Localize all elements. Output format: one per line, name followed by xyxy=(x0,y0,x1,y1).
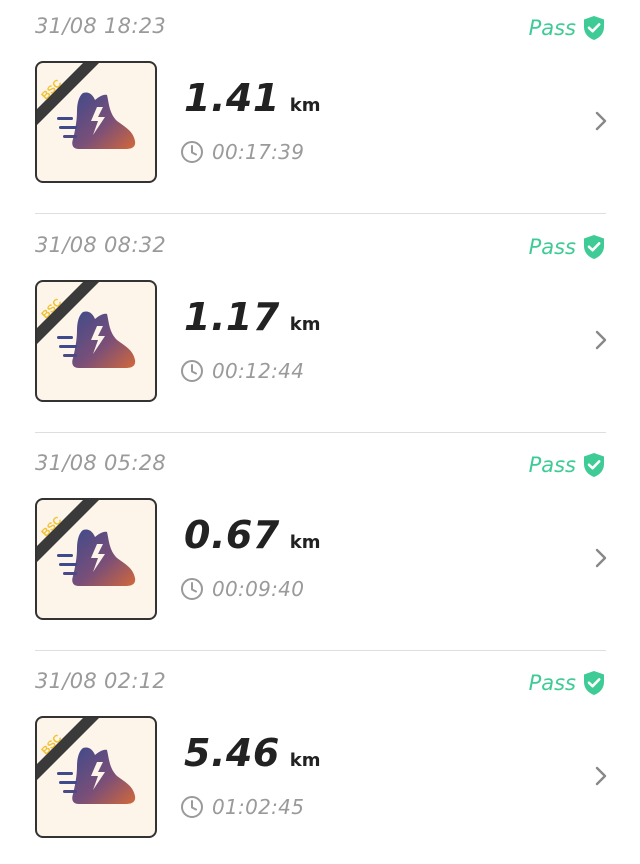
status-label: Pass xyxy=(528,235,576,259)
distance: 1.17 km xyxy=(184,295,321,339)
distance-unit: km xyxy=(289,314,321,335)
distance-value: 1.17 xyxy=(184,295,280,339)
distance-value: 5.46 xyxy=(184,731,280,775)
activity-thumbnail: BSC xyxy=(35,498,157,620)
record-datetime: 31/08 18:23 xyxy=(35,14,167,38)
duration: 01:02:45 xyxy=(180,795,304,819)
record-datetime: 31/08 05:28 xyxy=(35,451,167,475)
status-badge: Pass xyxy=(529,670,606,696)
activity-record[interactable]: 31/08 05:28 Pass BSC 0.67 km 00:09:40 xyxy=(0,437,640,655)
distance-unit: km xyxy=(289,95,321,116)
distance: 1.41 km xyxy=(184,76,321,120)
distance-value: 1.41 xyxy=(184,76,280,120)
clock-icon xyxy=(181,360,203,382)
shield-check-icon xyxy=(584,16,604,40)
activity-thumbnail: BSC xyxy=(35,716,157,838)
chevron-right-icon[interactable] xyxy=(594,765,608,787)
status-badge: Pass xyxy=(529,15,606,41)
distance: 0.67 km xyxy=(184,513,321,557)
status-badge: Pass xyxy=(529,234,606,260)
shield-check-icon xyxy=(584,453,604,477)
chevron-right-icon[interactable] xyxy=(594,110,608,132)
divider xyxy=(35,650,606,651)
shield-check-icon xyxy=(584,671,604,695)
duration: 00:12:44 xyxy=(180,359,304,383)
activity-record[interactable]: 31/08 08:32 Pass BSC 1.17 km 00:12:44 xyxy=(0,219,640,437)
status-label: Pass xyxy=(528,671,576,695)
distance-value: 0.67 xyxy=(184,513,280,557)
status-label: Pass xyxy=(528,453,576,477)
record-datetime: 31/08 08:32 xyxy=(35,233,167,257)
running-shoe-icon: BSC xyxy=(37,500,136,586)
distance: 5.46 km xyxy=(184,731,321,775)
record-datetime: 31/08 02:12 xyxy=(35,669,167,693)
chevron-right-icon[interactable] xyxy=(594,329,608,351)
status-label: Pass xyxy=(528,16,576,40)
clock-icon xyxy=(181,796,203,818)
duration-value: 00:17:39 xyxy=(212,140,305,164)
duration: 00:09:40 xyxy=(180,577,304,601)
distance-unit: km xyxy=(289,750,321,771)
duration: 00:17:39 xyxy=(180,140,304,164)
duration-value: 00:12:44 xyxy=(212,359,305,383)
running-shoe-icon: BSC xyxy=(37,282,136,368)
clock-icon xyxy=(181,141,203,163)
running-shoe-icon: BSC xyxy=(37,63,136,149)
chevron-right-icon[interactable] xyxy=(594,547,608,569)
activity-thumbnail: BSC xyxy=(35,280,157,402)
divider xyxy=(35,432,606,433)
divider xyxy=(35,213,606,214)
shield-check-icon xyxy=(584,235,604,259)
activity-thumbnail: BSC xyxy=(35,61,157,183)
distance-unit: km xyxy=(289,532,321,553)
activity-record[interactable]: 31/08 02:12 Pass BSC 5.46 km 01:02:45 xyxy=(0,655,640,864)
duration-value: 00:09:40 xyxy=(212,577,305,601)
duration-value: 01:02:45 xyxy=(212,795,305,819)
running-shoe-icon: BSC xyxy=(37,718,136,804)
activity-list: 31/08 18:23 Pass BSC 1.41 km 00:17:39 31… xyxy=(0,0,640,864)
activity-record[interactable]: 31/08 18:23 Pass BSC 1.41 km 00:17:39 xyxy=(0,0,640,218)
status-badge: Pass xyxy=(529,452,606,478)
clock-icon xyxy=(181,578,203,600)
